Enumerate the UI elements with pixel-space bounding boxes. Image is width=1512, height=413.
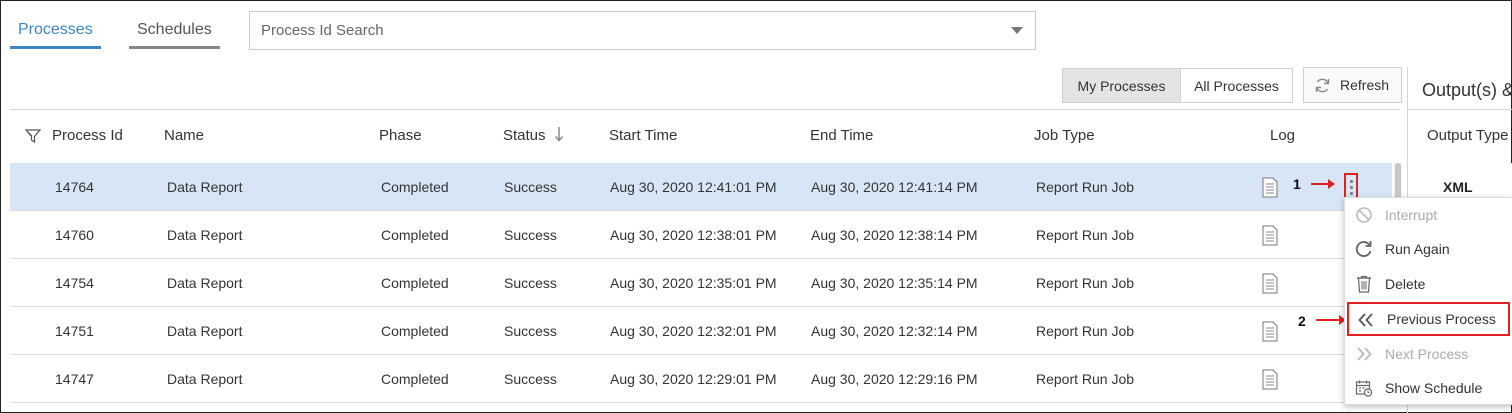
menu-item-show-schedule[interactable]: Show Schedule: [1345, 371, 1512, 405]
cell-process-id: 14764: [55, 179, 94, 195]
menu-item-label: Next Process: [1385, 346, 1469, 362]
cell-job-type: Report Run Job: [1036, 227, 1135, 243]
cell-job-type: Report Run Job: [1036, 371, 1135, 387]
sort-descending-icon[interactable]: [554, 126, 564, 142]
table-row[interactable]: 14764 Data Report Completed Success Aug …: [10, 163, 1392, 211]
cell-phase: Completed: [381, 227, 449, 243]
column-header-end-time[interactable]: End Time: [810, 127, 873, 144]
cell-name: Data Report: [167, 179, 243, 195]
cell-status: Success: [504, 179, 557, 195]
cell-end-time: Aug 30, 2020 12:32:14 PM: [811, 323, 978, 339]
tab-processes[interactable]: Processes: [10, 19, 101, 49]
table-row[interactable]: 14751 Data Report Completed Success Aug …: [10, 307, 1392, 355]
cell-status: Success: [504, 371, 557, 387]
refresh-icon: [1315, 78, 1330, 92]
window-frame: Processes Schedules My Processes All Pro…: [0, 0, 1512, 413]
menu-item-interrupt[interactable]: Interrupt: [1345, 198, 1512, 232]
cell-name: Data Report: [167, 371, 243, 387]
calendar-icon: [1355, 380, 1373, 397]
table-row[interactable]: 14754 Data Report Completed Success Aug …: [10, 259, 1392, 307]
cell-end-time: Aug 30, 2020 12:38:14 PM: [811, 227, 978, 243]
cell-name: Data Report: [167, 227, 243, 243]
chevron-down-icon[interactable]: [1011, 27, 1023, 34]
cell-process-id: 14760: [55, 227, 94, 243]
log-document-icon[interactable]: [1262, 177, 1278, 198]
cell-job-type: Report Run Job: [1036, 323, 1135, 339]
annotation-arrow-1: [1311, 179, 1335, 189]
menu-item-label: Run Again: [1385, 241, 1450, 257]
double-chevron-left-icon: [1358, 313, 1373, 327]
log-document-icon[interactable]: [1262, 225, 1278, 246]
cell-end-time: Aug 30, 2020 12:41:14 PM: [811, 179, 978, 195]
menu-item-next-process[interactable]: Next Process: [1345, 337, 1512, 371]
cell-job-type: Report Run Job: [1036, 179, 1135, 195]
menu-item-previous-process[interactable]: Previous Process: [1347, 302, 1510, 336]
annotation-step-1: 1: [1293, 176, 1301, 192]
cell-process-id: 14754: [55, 275, 94, 291]
column-header-phase[interactable]: Phase: [379, 127, 422, 144]
cell-start-time: Aug 30, 2020 12:29:01 PM: [610, 371, 777, 387]
cell-job-type: Report Run Job: [1036, 275, 1135, 291]
trash-icon: [1357, 275, 1371, 293]
output-panel-title: Output(s) &: [1422, 80, 1512, 100]
menu-item-label: Show Schedule: [1385, 380, 1483, 396]
filter-icon[interactable]: [25, 129, 41, 144]
annotation-arrow-2: [1316, 315, 1346, 325]
process-id-search-combobox[interactable]: [249, 11, 1036, 50]
cell-status: Success: [504, 227, 557, 243]
cell-start-time: Aug 30, 2020 12:38:01 PM: [610, 227, 777, 243]
double-chevron-right-icon: [1357, 347, 1372, 361]
table-row[interactable]: 14747 Data Report Completed Success Aug …: [10, 355, 1392, 403]
log-document-icon[interactable]: [1262, 321, 1278, 342]
column-header-output-type[interactable]: Output Type: [1427, 127, 1508, 144]
refresh-label: Refresh: [1340, 77, 1390, 93]
process-id-search-input[interactable]: [250, 12, 990, 48]
column-header-status[interactable]: Status: [503, 127, 546, 144]
tab-schedules[interactable]: Schedules: [129, 19, 220, 49]
cell-name: Data Report: [167, 323, 243, 339]
table-header-divider: [10, 109, 1400, 110]
my-processes-button[interactable]: My Processes: [1062, 68, 1181, 103]
column-header-process-id[interactable]: Process Id: [52, 127, 123, 144]
cell-process-id: 14751: [55, 323, 94, 339]
all-processes-button[interactable]: All Processes: [1180, 68, 1293, 103]
column-header-job-type[interactable]: Job Type: [1034, 127, 1095, 144]
cell-name: Data Report: [167, 275, 243, 291]
table-row[interactable]: 14760 Data Report Completed Success Aug …: [10, 211, 1392, 259]
cell-status: Success: [504, 323, 557, 339]
cell-start-time: Aug 30, 2020 12:32:01 PM: [610, 323, 777, 339]
cell-phase: Completed: [381, 323, 449, 339]
column-header-start-time[interactable]: Start Time: [609, 127, 677, 144]
menu-item-label: Previous Process: [1387, 311, 1496, 327]
menu-item-label: Delete: [1385, 276, 1426, 292]
cell-process-id: 14747: [55, 371, 94, 387]
menu-item-run-again[interactable]: Run Again: [1345, 232, 1512, 266]
refresh-button[interactable]: Refresh: [1303, 67, 1402, 103]
menu-item-delete[interactable]: Delete: [1345, 267, 1512, 301]
cell-phase: Completed: [381, 275, 449, 291]
cell-end-time: Aug 30, 2020 12:29:16 PM: [811, 371, 978, 387]
log-document-icon[interactable]: [1262, 369, 1278, 390]
annotation-step-2: 2: [1298, 313, 1306, 329]
cell-phase: Completed: [381, 179, 449, 195]
rerun-icon: [1355, 241, 1372, 257]
column-header-log[interactable]: Log: [1270, 127, 1295, 144]
row-context-menu: Interrupt Run Again Delete Previous Proc…: [1344, 197, 1512, 405]
cell-end-time: Aug 30, 2020 12:35:14 PM: [811, 275, 978, 291]
log-document-icon[interactable]: [1262, 273, 1278, 294]
output-type-cell: XML: [1443, 179, 1473, 195]
menu-item-label: Interrupt: [1385, 207, 1438, 223]
cell-start-time: Aug 30, 2020 12:35:01 PM: [610, 275, 777, 291]
ban-icon: [1356, 207, 1372, 223]
cell-phase: Completed: [381, 371, 449, 387]
cell-start-time: Aug 30, 2020 12:41:01 PM: [610, 179, 777, 195]
output-panel-header-divider: [1408, 109, 1512, 110]
column-header-name[interactable]: Name: [164, 127, 204, 144]
cell-status: Success: [504, 275, 557, 291]
scrollbar-thumb[interactable]: [1395, 163, 1401, 199]
